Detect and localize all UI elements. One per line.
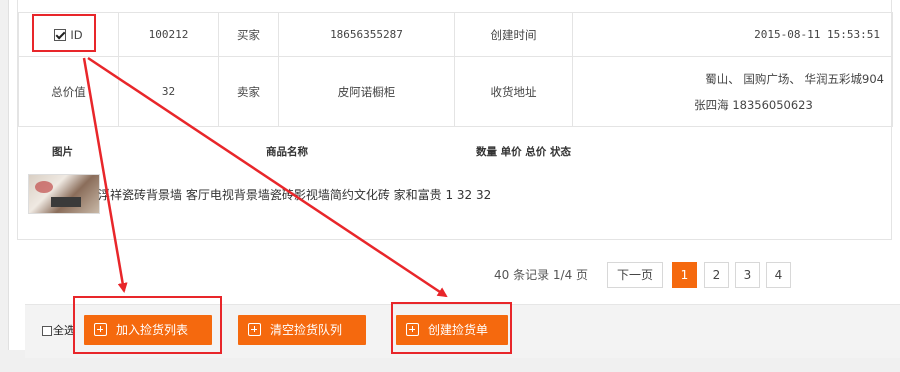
arrow-to-add-button <box>82 57 128 293</box>
annotation-arrows <box>82 56 448 298</box>
arrow-to-create-button <box>87 56 448 298</box>
